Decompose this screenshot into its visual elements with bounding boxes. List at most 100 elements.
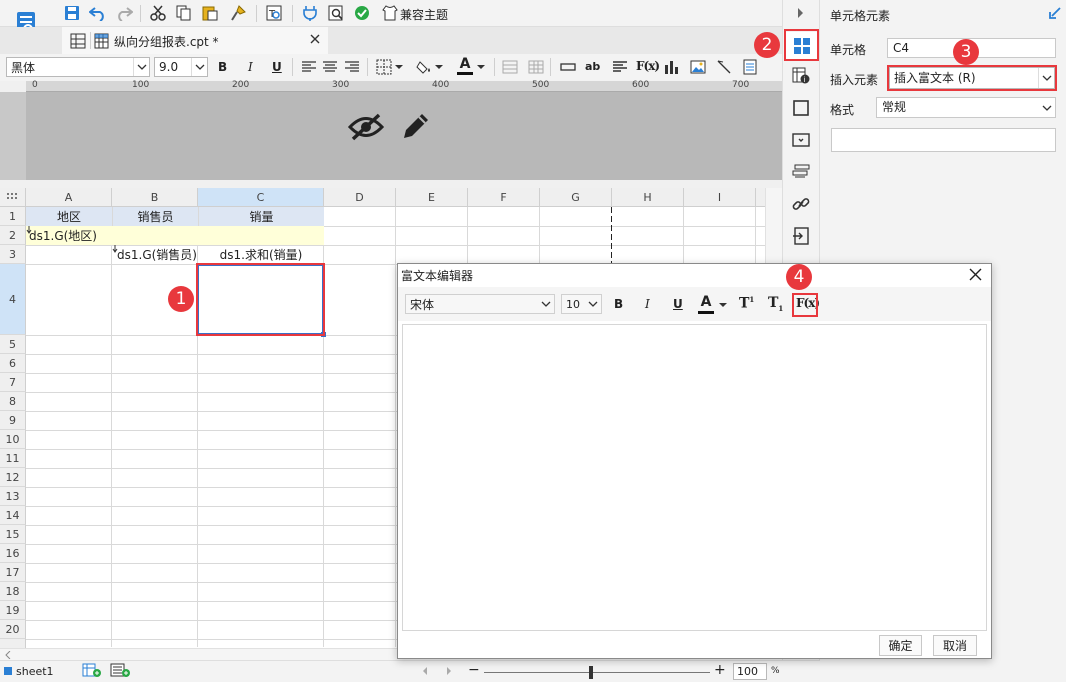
chevron-down-icon[interactable] — [719, 303, 727, 308]
row-header[interactable]: 15 — [0, 525, 26, 544]
row-header[interactable]: 6 — [0, 354, 26, 373]
text-color-button[interactable]: A — [456, 56, 474, 76]
chevron-down-icon[interactable] — [434, 57, 444, 77]
zoom-input[interactable]: 100 — [733, 663, 767, 680]
edit-pencil-icon[interactable] — [400, 110, 432, 142]
column-header-c[interactable]: C — [198, 188, 324, 207]
zoom-in-button[interactable]: + — [714, 662, 726, 678]
column-header-h[interactable]: H — [612, 188, 684, 207]
dialog-close-icon[interactable] — [969, 268, 982, 281]
widget-icon[interactable] — [788, 128, 814, 152]
zoom-slider-thumb[interactable] — [589, 666, 593, 679]
italic-button[interactable]: I — [248, 60, 253, 74]
dialog-ok-button[interactable]: 确定 — [879, 635, 922, 656]
column-header-e[interactable]: E — [396, 188, 468, 207]
ab-button[interactable]: ab — [585, 60, 600, 73]
column-header-f[interactable]: F — [468, 188, 540, 207]
align-center-icon[interactable] — [320, 57, 340, 77]
file-tab[interactable]: 纵向分组报表.cpt * — [62, 27, 328, 54]
cell-b1[interactable]: 销售员 — [112, 207, 198, 226]
row-header[interactable]: 20 — [0, 620, 26, 639]
paragraph-icon[interactable] — [610, 57, 630, 77]
plug-icon[interactable] — [300, 3, 320, 23]
sub-report-icon[interactable] — [740, 57, 760, 77]
dialog-cancel-button[interactable]: 取消 — [933, 635, 977, 656]
cell-a2[interactable]: ds1.G(地区) — [26, 226, 324, 245]
panel-pin-icon[interactable] — [1048, 6, 1062, 20]
border-frame-icon[interactable] — [788, 96, 814, 120]
cell-c3[interactable]: ds1.求和(销量) — [198, 245, 324, 264]
column-header-i[interactable]: I — [684, 188, 756, 207]
cell-attribute-icon[interactable]: i — [788, 64, 814, 88]
slash-icon[interactable] — [714, 57, 734, 77]
save-icon[interactable] — [62, 3, 82, 23]
formula-button[interactable]: F(x) — [636, 59, 660, 73]
select-all-corner[interactable] — [0, 188, 26, 207]
dialog-bold-button[interactable]: B — [614, 297, 623, 311]
cut-icon[interactable] — [148, 3, 168, 23]
row-header[interactable]: 16 — [0, 544, 26, 563]
copy-icon[interactable] — [174, 3, 194, 23]
row-header[interactable]: 9 — [0, 411, 26, 430]
nav-prev-icon[interactable] — [422, 667, 428, 675]
image-icon[interactable] — [688, 57, 708, 77]
subscript-button[interactable]: T1 — [768, 295, 783, 313]
row-header[interactable]: 5 — [0, 335, 26, 354]
column-header-b[interactable]: B — [112, 188, 198, 207]
row-header[interactable]: 4 — [0, 264, 26, 335]
row-header[interactable]: 12 — [0, 468, 26, 487]
hyperlink-icon[interactable] — [788, 192, 814, 216]
row-header[interactable]: 3 — [0, 245, 26, 264]
underline-button[interactable]: U — [272, 60, 282, 74]
cell-c1[interactable]: 销量 — [198, 207, 324, 226]
grid-view-icon[interactable] — [68, 31, 88, 51]
cell-b3[interactable]: ds1.G(销售员) — [112, 245, 198, 264]
format-select[interactable]: 常规 — [876, 97, 1056, 118]
font-size-select[interactable]: 9.0 — [154, 57, 208, 77]
add-sheet-icon[interactable] — [82, 663, 102, 677]
column-header-d[interactable]: D — [324, 188, 396, 207]
font-family-select[interactable]: 黑体 — [6, 57, 150, 77]
chevron-down-icon[interactable] — [394, 57, 404, 77]
collapse-arrow-icon[interactable] — [797, 7, 805, 19]
chart-icon[interactable] — [662, 57, 682, 77]
row-header[interactable]: 7 — [0, 373, 26, 392]
add-report-sheet-icon[interactable] — [110, 663, 132, 677]
align-right-icon[interactable] — [342, 57, 362, 77]
paste-icon[interactable] — [200, 3, 220, 23]
bold-button[interactable]: B — [218, 60, 227, 74]
check-icon[interactable] — [352, 3, 372, 23]
nav-next-icon[interactable] — [446, 667, 452, 675]
format-painter-icon[interactable] — [228, 3, 248, 23]
row-header[interactable]: 14 — [0, 506, 26, 525]
unmerge-cells-icon[interactable] — [526, 57, 546, 77]
chevron-down-icon[interactable] — [476, 57, 486, 77]
merge-cells-icon[interactable] — [500, 57, 520, 77]
dialog-underline-button[interactable]: U — [673, 297, 683, 311]
rich-text-editor-area[interactable] — [402, 324, 987, 631]
fill-color-icon[interactable] — [414, 57, 434, 77]
row-header[interactable]: 8 — [0, 392, 26, 411]
dialog-size-select[interactable]: 10 — [561, 294, 602, 314]
hide-eye-icon[interactable] — [348, 112, 384, 142]
row-header[interactable]: 2 — [0, 226, 26, 245]
scroll-left-icon[interactable] — [4, 651, 12, 659]
data-entry-icon[interactable] — [788, 224, 814, 248]
find-icon[interactable]: T — [264, 3, 284, 23]
zoom-slider-track[interactable] — [484, 672, 710, 673]
text-field-icon[interactable] — [558, 57, 578, 77]
row-header[interactable]: 10 — [0, 430, 26, 449]
row-header[interactable]: 18 — [0, 582, 26, 601]
column-header-g[interactable]: G — [540, 188, 612, 207]
theme-icon[interactable] — [380, 3, 400, 23]
row-header[interactable]: 17 — [0, 563, 26, 582]
preview-search-icon[interactable] — [326, 3, 346, 23]
dialog-color-button[interactable]: A — [697, 294, 715, 314]
theme-label[interactable]: 兼容主题 — [400, 6, 448, 23]
row-header[interactable]: 19 — [0, 601, 26, 620]
row-header[interactable]: 11 — [0, 449, 26, 468]
row-header[interactable]: 13 — [0, 487, 26, 506]
border-icon[interactable] — [374, 57, 394, 77]
dialog-font-select[interactable]: 宋体 — [405, 294, 555, 314]
column-header-a[interactable]: A — [26, 188, 112, 207]
